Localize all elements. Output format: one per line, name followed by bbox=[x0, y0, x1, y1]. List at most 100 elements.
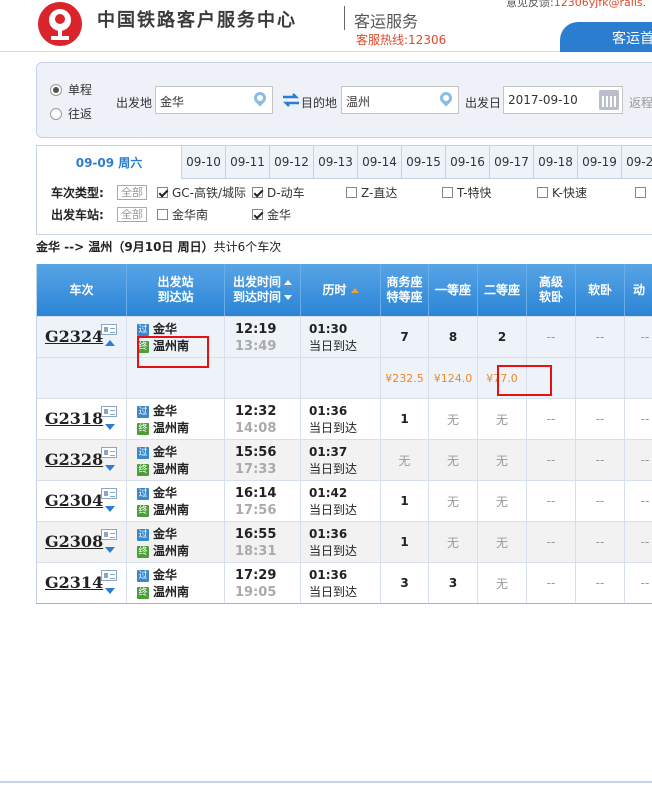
train-number-link[interactable]: G2324 bbox=[45, 327, 103, 346]
date-tab-0916[interactable]: 09-16 bbox=[446, 146, 490, 179]
arrival-time: 17:33 bbox=[235, 462, 277, 477]
train-info-icon[interactable] bbox=[101, 529, 117, 540]
business-seat-cell[interactable]: 无 bbox=[381, 440, 429, 480]
filter-d-checkbox[interactable]: D-动车 bbox=[252, 184, 346, 201]
sort-up-icon[interactable] bbox=[284, 280, 292, 285]
date-tab-0912[interactable]: 09-12 bbox=[270, 146, 314, 179]
train-info-icon[interactable] bbox=[101, 570, 117, 581]
date-tab-0909[interactable]: 09-09 周六 bbox=[37, 146, 182, 179]
expand-icon[interactable] bbox=[105, 465, 115, 471]
second-class-cell[interactable]: 无 bbox=[478, 440, 527, 480]
location-pin-icon[interactable] bbox=[437, 89, 455, 107]
second-class-cell[interactable]: 无 bbox=[478, 522, 527, 562]
filter-t-checkbox[interactable]: T-特快 bbox=[442, 184, 537, 201]
col-times[interactable]: 出发时间 到达时间 bbox=[225, 264, 301, 316]
second-class-cell[interactable]: 2 bbox=[478, 317, 527, 357]
business-seat-cell[interactable]: 1 bbox=[381, 522, 429, 562]
business-seat-cell[interactable]: 3 bbox=[381, 563, 429, 603]
stations-cell: 过金华 终温州南 bbox=[127, 481, 225, 521]
swap-stations-icon[interactable] bbox=[282, 93, 300, 107]
pass-station-icon: 过 bbox=[137, 323, 149, 336]
date-filter-panel: 09-09 周六 09-10 09-11 09-12 09-13 09-14 0… bbox=[36, 145, 652, 235]
first-class-cell[interactable]: 无 bbox=[429, 481, 478, 521]
date-tab-0911[interactable]: 09-11 bbox=[226, 146, 270, 179]
station-all-button[interactable]: 全部 bbox=[117, 207, 147, 222]
filter-other-checkbox[interactable] bbox=[635, 187, 646, 198]
sort-duration-icon[interactable] bbox=[350, 287, 359, 293]
from-station: 金华 bbox=[153, 486, 178, 500]
filter-jinhuanan-checkbox[interactable]: 金华南 bbox=[157, 206, 252, 223]
col-duration[interactable]: 历时 bbox=[301, 264, 381, 316]
table-row[interactable]: G2304 过金华 终温州南 16:14 17:56 01:42 当日到达 1 无 … bbox=[37, 480, 652, 521]
first-class-cell[interactable]: 无 bbox=[429, 399, 478, 439]
train-info-icon[interactable] bbox=[101, 488, 117, 499]
train-info-icon[interactable] bbox=[101, 406, 117, 417]
table-row[interactable]: G2308 过金华 终温州南 16:55 18:31 01:36 当日到达 1 无 … bbox=[37, 521, 652, 562]
train-number-link[interactable]: G2328 bbox=[45, 450, 103, 469]
filter-k-checkbox[interactable]: K-快速 bbox=[537, 184, 635, 201]
expand-icon[interactable] bbox=[105, 588, 115, 594]
train-number-link[interactable]: G2304 bbox=[45, 491, 103, 510]
first-class-cell[interactable]: 3 bbox=[429, 563, 478, 603]
location-pin-icon[interactable] bbox=[251, 89, 269, 107]
train-info-icon[interactable] bbox=[101, 324, 117, 335]
train-number-link[interactable]: G2318 bbox=[45, 409, 103, 428]
date-tab-0915[interactable]: 09-15 bbox=[402, 146, 446, 179]
col-business: 商务座 特等座 bbox=[381, 264, 429, 316]
train-cell: G2324 bbox=[37, 317, 127, 357]
table-row[interactable]: G2324 过金华 终温州南 12:19 13:49 01:30 当日到达 7 8 … bbox=[37, 316, 652, 357]
train-type-all-button[interactable]: 全部 bbox=[117, 185, 147, 200]
times-cell: 15:56 17:33 bbox=[225, 440, 301, 480]
business-seat-cell[interactable]: 1 bbox=[381, 481, 429, 521]
filter-jinhua-checkbox[interactable]: 金华 bbox=[252, 206, 291, 223]
radio-round-trip[interactable]: 往返 bbox=[50, 105, 92, 122]
feedback-link[interactable]: 意见反馈:12306yjfk@rails. bbox=[506, 0, 646, 10]
train-number-link[interactable]: G2308 bbox=[45, 532, 103, 551]
stations-cell: 过金华 终温州南 bbox=[127, 399, 225, 439]
date-tab-0917[interactable]: 09-17 bbox=[490, 146, 534, 179]
filter-z-checkbox[interactable]: Z-直达 bbox=[346, 184, 442, 201]
date-tab-0918[interactable]: 09-18 bbox=[534, 146, 578, 179]
feedback-email[interactable]: 12306yjfk@rails. bbox=[554, 0, 646, 9]
to-station-input[interactable]: 温州 bbox=[341, 86, 459, 114]
filter-gc-checkbox[interactable]: GC-高铁/城际 bbox=[157, 184, 252, 201]
premium-soft-cell: -- bbox=[527, 317, 576, 357]
radio-one-way[interactable]: 单程 bbox=[50, 81, 92, 98]
second-class-cell[interactable]: 无 bbox=[478, 563, 527, 603]
business-seat-cell[interactable]: 7 bbox=[381, 317, 429, 357]
table-row[interactable]: G2318 过金华 终温州南 12:32 14:08 01:36 当日到达 1 无 … bbox=[37, 398, 652, 439]
to-station: 温州南 bbox=[153, 462, 190, 476]
terminal-station-icon: 终 bbox=[137, 545, 149, 558]
first-class-cell[interactable]: 无 bbox=[429, 522, 478, 562]
expand-icon[interactable] bbox=[105, 506, 115, 512]
same-day-arrival: 当日到达 bbox=[309, 503, 358, 517]
train-number-link[interactable]: G2314 bbox=[45, 573, 103, 592]
train-info-icon[interactable] bbox=[101, 447, 117, 458]
expand-icon[interactable] bbox=[105, 424, 115, 430]
date-tab-0910[interactable]: 09-10 bbox=[182, 146, 226, 179]
departure-time: 12:19 bbox=[235, 322, 277, 337]
departure-date-input[interactable]: 2017-09-10 bbox=[503, 86, 623, 114]
train-cell: G2304 bbox=[37, 481, 127, 521]
business-seat-cell[interactable]: 1 bbox=[381, 399, 429, 439]
arrival-time: 17:56 bbox=[235, 503, 277, 518]
date-tab-0920[interactable]: 09-20 bbox=[622, 146, 652, 179]
railway-logo[interactable] bbox=[38, 2, 82, 46]
first-class-cell[interactable]: 无 bbox=[429, 440, 478, 480]
calendar-icon[interactable] bbox=[599, 90, 619, 110]
sort-down-icon[interactable] bbox=[284, 295, 292, 300]
expand-icon[interactable] bbox=[105, 547, 115, 553]
nav-tab-passenger-home[interactable]: 客运首 bbox=[560, 22, 652, 52]
first-class-cell[interactable]: 8 bbox=[429, 317, 478, 357]
second-class-cell[interactable]: 无 bbox=[478, 481, 527, 521]
table-row[interactable]: G2328 过金华 终温州南 15:56 17:33 01:37 当日到达 无 无 … bbox=[37, 439, 652, 480]
date-tab-0913[interactable]: 09-13 bbox=[314, 146, 358, 179]
from-station-input[interactable]: 金华 bbox=[155, 86, 273, 114]
second-class-cell[interactable]: 无 bbox=[478, 399, 527, 439]
table-row[interactable]: G2314 过金华 终温州南 17:29 19:05 01:36 当日到达 3 3 … bbox=[37, 562, 652, 603]
terminal-station-icon: 终 bbox=[137, 504, 149, 517]
collapse-icon[interactable] bbox=[105, 340, 115, 346]
arrival-time: 18:31 bbox=[235, 544, 277, 559]
date-tab-0919[interactable]: 09-19 bbox=[578, 146, 622, 179]
date-tab-0914[interactable]: 09-14 bbox=[358, 146, 402, 179]
